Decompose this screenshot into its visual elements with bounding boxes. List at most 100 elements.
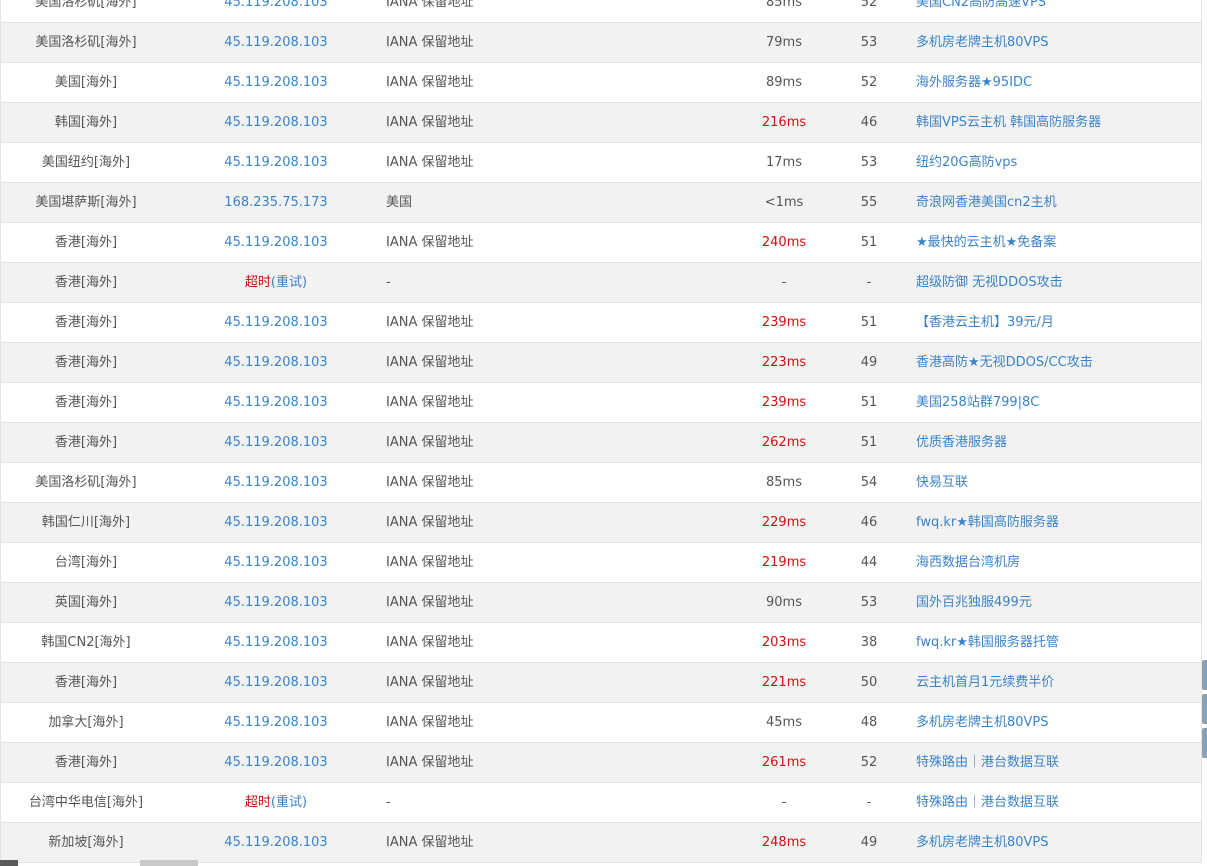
response-time-cell: -	[781, 795, 787, 810]
ip-link[interactable]: 45.119.208.103	[224, 0, 327, 10]
ip-location-cell: IANA 保留地址	[386, 715, 474, 730]
sponsor-link[interactable]: 韩国VPS云主机 韩国高防服务器	[916, 115, 1101, 130]
ip-link[interactable]: 45.119.208.103	[224, 675, 327, 690]
sponsor-cell: 海外服务器★95IDC	[916, 63, 1196, 102]
ttl-cell: 51	[860, 235, 878, 250]
location-cell: 台湾中华电信[海外]	[28, 795, 144, 810]
location-cell: 美国洛杉矶[海外]	[35, 0, 137, 10]
sponsor-link[interactable]: 多机房老牌主机80VPS	[916, 835, 1049, 850]
sponsor-link[interactable]: 云主机首月1元续费半价	[916, 675, 1054, 690]
location-cell: 香港[海外]	[54, 235, 118, 250]
ip-link[interactable]: 45.119.208.103	[224, 355, 327, 370]
ip-link[interactable]: 45.119.208.103	[224, 835, 327, 850]
ip-link[interactable]: 45.119.208.103	[224, 35, 327, 50]
ttl-cell: 55	[860, 195, 878, 210]
ttl-cell: 51	[860, 435, 878, 450]
ttl-cell: -	[866, 275, 872, 290]
ip-link[interactable]: 45.119.208.103	[224, 115, 327, 130]
location-cell: 台湾[海外]	[54, 555, 118, 570]
retry-link[interactable]: (重试)	[271, 795, 307, 810]
ip-link[interactable]: 45.119.208.103	[224, 435, 327, 450]
ip-link[interactable]: 45.119.208.103	[224, 395, 327, 410]
location-cell: 韩国CN2[海外]	[41, 635, 131, 650]
ttl-cell: -	[866, 795, 872, 810]
table-row: 美国洛杉矶[海外] 45.119.208.103 IANA 保留地址 79ms 53 多机…	[1, 23, 1201, 63]
ip-link[interactable]: 45.119.208.103	[224, 555, 327, 570]
ip-cell: 45.119.208.103	[181, 0, 371, 22]
sponsor-link[interactable]: 优质香港服务器	[916, 435, 1007, 450]
sponsor-link[interactable]: ★最快的云主机★免备案	[916, 235, 1056, 250]
table-row: 香港[海外] 45.119.208.103 IANA 保留地址 262ms 51 优质香港…	[1, 423, 1201, 463]
ttl-cell: 46	[860, 115, 878, 130]
location-cell: 香港[海外]	[54, 435, 118, 450]
ip-cell: 45.119.208.103	[181, 583, 371, 622]
ip-location-cell: -	[386, 795, 391, 810]
sponsor-link[interactable]: 多机房老牌主机80VPS	[916, 35, 1049, 50]
sponsor-link[interactable]: fwq.kr★韩国高防服务器	[916, 515, 1059, 530]
sponsor-link[interactable]: 超级防御 无视DDOS攻击	[916, 275, 1063, 290]
scroll-indicator[interactable]	[1202, 660, 1207, 762]
ip-link[interactable]: 45.119.208.103	[224, 235, 327, 250]
ip-link[interactable]: 45.119.208.103	[224, 595, 327, 610]
ip-cell: 168.235.75.173	[181, 183, 371, 222]
sponsor-link[interactable]: 美国CN2高防高速VPS	[916, 0, 1046, 10]
ip-link[interactable]: 45.119.208.103	[224, 75, 327, 90]
ip-link[interactable]: 45.119.208.103	[224, 635, 327, 650]
sponsor-cell: fwq.kr★韩国高防服务器	[916, 503, 1196, 542]
sponsor-cell: 【香港云主机】39元/月	[916, 303, 1196, 342]
location-cell: 美国洛杉矶[海外]	[35, 475, 137, 490]
ttl-cell: 49	[860, 835, 878, 850]
sponsor-link[interactable]: 美国258站群799|8C	[916, 395, 1039, 410]
table-row: 香港[海外] 45.119.208.103 IANA 保留地址 239ms 51 【香港云…	[1, 303, 1201, 343]
location-cell: 美国洛杉矶[海外]	[35, 35, 137, 50]
sponsor-cell: 国外百兆独服499元	[916, 583, 1196, 622]
ttl-cell: 53	[860, 155, 878, 170]
ip-cell: 45.119.208.103	[181, 623, 371, 662]
sponsor-link[interactable]: 海外服务器★95IDC	[916, 75, 1032, 90]
ip-cell: 45.119.208.103	[181, 63, 371, 102]
ip-link[interactable]: 45.119.208.103	[224, 515, 327, 530]
ip-cell: 45.119.208.103	[181, 223, 371, 262]
sponsor-link[interactable]: 特殊路由｜港台数据互联	[916, 755, 1059, 770]
sponsor-link[interactable]: 海西数据台湾机房	[916, 555, 1020, 570]
sponsor-link[interactable]: 【香港云主机】39元/月	[916, 315, 1054, 330]
scroll-mark[interactable]	[1202, 694, 1207, 724]
sponsor-link[interactable]: 香港高防★无视DDOS/CC攻击	[916, 355, 1093, 370]
response-time-cell: 248ms	[761, 835, 807, 850]
sponsor-cell: 海西数据台湾机房	[916, 543, 1196, 582]
sponsor-link[interactable]: 特殊路由｜港台数据互联	[916, 795, 1059, 810]
ping-results-table: 美国洛杉矶[海外] 45.119.208.103 IANA 保留地址 85ms 52 美国…	[0, 0, 1202, 863]
ip-link[interactable]: 45.119.208.103	[224, 155, 327, 170]
ttl-cell: 48	[860, 715, 878, 730]
scroll-mark[interactable]	[1202, 728, 1207, 758]
ip-location-cell: IANA 保留地址	[386, 235, 474, 250]
ip-cell: 45.119.208.103	[181, 383, 371, 422]
sponsor-link[interactable]: 奇浪网香港美国cn2主机	[916, 195, 1057, 210]
sponsor-link[interactable]: 快易互联	[916, 475, 968, 490]
timeout-cell: 超时(重试)	[181, 263, 371, 302]
ttl-cell: 52	[860, 0, 878, 10]
timeout-cell: 超时(重试)	[181, 783, 371, 822]
ip-link[interactable]: 45.119.208.103	[224, 315, 327, 330]
table-row: 英国[海外] 45.119.208.103 IANA 保留地址 90ms 53 国外百兆独…	[1, 583, 1201, 623]
ip-location-cell: IANA 保留地址	[386, 75, 474, 90]
bottom-bar-segment	[140, 860, 198, 866]
table-row: 美国纽约[海外] 45.119.208.103 IANA 保留地址 17ms 53 纽约2…	[1, 143, 1201, 183]
ip-location-cell: IANA 保留地址	[386, 395, 474, 410]
sponsor-link[interactable]: 多机房老牌主机80VPS	[916, 715, 1049, 730]
retry-link[interactable]: (重试)	[271, 275, 307, 290]
scroll-mark[interactable]	[1202, 660, 1207, 690]
sponsor-cell: 美国CN2高防高速VPS	[916, 0, 1196, 22]
sponsor-link[interactable]: 国外百兆独服499元	[916, 595, 1032, 610]
ip-link[interactable]: 45.119.208.103	[224, 755, 327, 770]
sponsor-link[interactable]: 纽约20G高防vps	[916, 155, 1017, 170]
ttl-cell: 44	[860, 555, 878, 570]
ip-link[interactable]: 45.119.208.103	[224, 715, 327, 730]
ttl-cell: 51	[860, 395, 878, 410]
table-row: 加拿大[海外] 45.119.208.103 IANA 保留地址 45ms 48 多机房老…	[1, 703, 1201, 743]
ip-link[interactable]: 45.119.208.103	[224, 475, 327, 490]
response-time-cell: 229ms	[761, 515, 807, 530]
ip-location-cell: IANA 保留地址	[386, 315, 474, 330]
sponsor-link[interactable]: fwq.kr★韩国服务器托管	[916, 635, 1059, 650]
ip-link[interactable]: 168.235.75.173	[224, 195, 327, 210]
